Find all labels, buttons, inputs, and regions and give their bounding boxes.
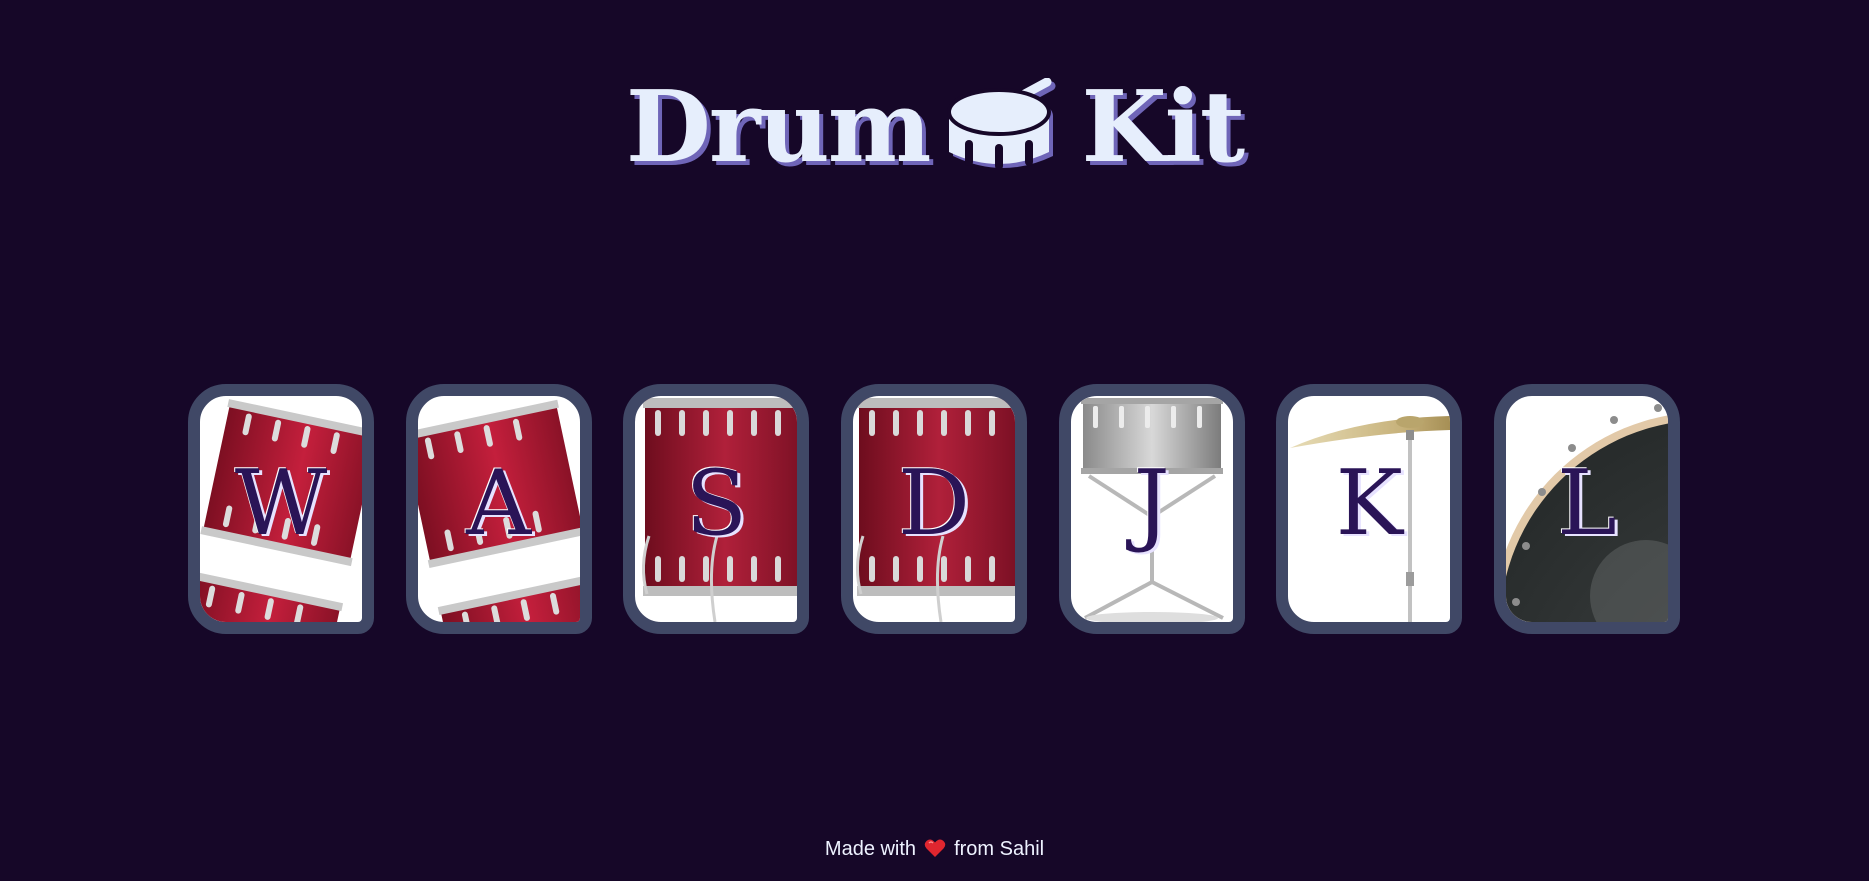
key-letter-a: A: [466, 451, 532, 556]
drum-key-w[interactable]: W: [188, 384, 374, 634]
drum-key-l[interactable]: L: [1493, 384, 1680, 634]
drum-set: W A S D J K L: [188, 384, 1680, 636]
title-left-word: Drum: [625, 69, 932, 185]
drum-key-j[interactable]: J: [1058, 384, 1245, 634]
drum-key-a[interactable]: A: [405, 384, 592, 634]
heart-icon: [924, 839, 946, 857]
page-title: Drum Kit: [0, 60, 1869, 188]
key-letter-k: K: [1335, 451, 1403, 556]
key-letter-s: S: [685, 451, 748, 556]
key-letter-d: D: [897, 451, 971, 556]
footer-from: from Sahil: [954, 838, 1045, 860]
drum-key-d[interactable]: D: [840, 384, 1027, 634]
key-letter-l: L: [1557, 451, 1617, 556]
drum-key-k[interactable]: K: [1276, 384, 1463, 634]
key-letter-w: W: [234, 451, 328, 556]
footer-made-with: Made with: [824, 838, 917, 860]
drum-key-s[interactable]: S: [623, 384, 810, 634]
drum-icon: [947, 77, 1056, 170]
key-letter-j: J: [1133, 451, 1170, 556]
footer-credit: Made with from Sahil: [0, 838, 1869, 861]
title-right-word: Kit: [1081, 69, 1245, 185]
